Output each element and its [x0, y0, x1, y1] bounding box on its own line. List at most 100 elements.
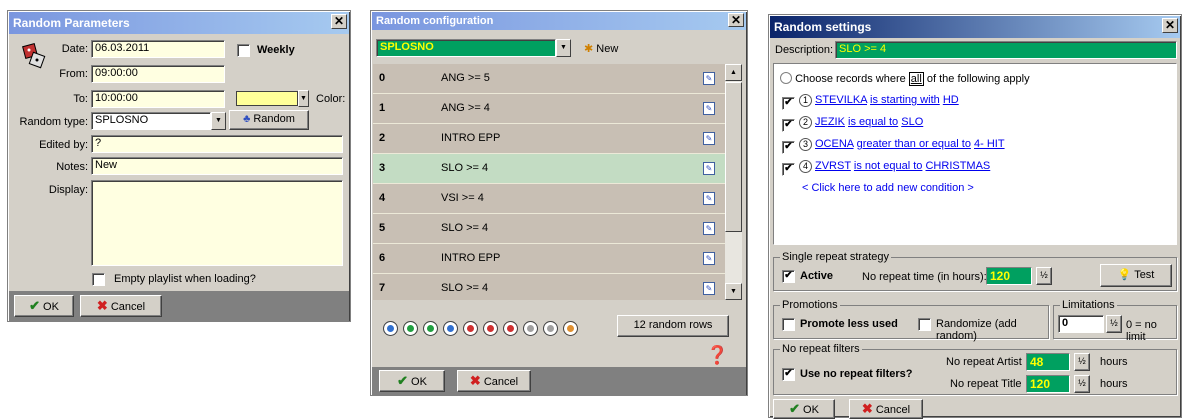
promotions-group: Promotions Promote less used Randomize (… [773, 299, 1049, 342]
list-item[interactable]: 6 INTRO EPP ✎ [373, 244, 725, 274]
condition-value-link[interactable]: HD [943, 94, 959, 106]
match-mode-link[interactable]: all [908, 72, 924, 86]
list-item[interactable]: 5 SLO >= 4 ✎ [373, 214, 725, 244]
condition-field-link[interactable]: JEZIK [815, 116, 845, 128]
close-button[interactable]: ✕ [1162, 18, 1178, 33]
list-item[interactable]: 4 VSI >= 4 ✎ [373, 184, 725, 214]
condition-row-4: ✔ 4 ZVRST is not equal to CHRISTMAS [782, 160, 990, 176]
active-checkbox[interactable]: ✔ [782, 270, 795, 283]
condition-checkbox[interactable]: ✔ [782, 97, 795, 110]
randomize-checkbox[interactable] [918, 318, 931, 331]
slot-button-1[interactable] [383, 321, 398, 336]
edit-icon[interactable]: ✎ [703, 282, 715, 295]
condition-value-link[interactable]: SLO [901, 116, 923, 128]
row-text: ANG >= 5 [441, 72, 490, 84]
condition-operator-link[interactable]: greater than or equal to [857, 138, 971, 150]
from-field[interactable]: 09:00:00 [91, 65, 225, 83]
cancel-button[interactable]: ✖ Cancel [457, 370, 531, 392]
condition-row-1: ✔ 1 STEVILKA is starting with HD [782, 94, 959, 110]
close-button[interactable]: ✕ [331, 14, 347, 29]
no-repeat-title-spinner[interactable]: ½ [1074, 375, 1090, 393]
slot-button-8[interactable] [523, 321, 538, 336]
cancel-button[interactable]: ✖ Cancel [849, 399, 923, 419]
date-field[interactable]: 06.03.2011 [91, 40, 225, 58]
list-item[interactable]: 1 ANG >= 4 ✎ [373, 94, 725, 124]
list-item-selected[interactable]: 3 SLO >= 4 ✎ [373, 154, 725, 184]
edit-icon[interactable]: ✎ [703, 222, 715, 235]
condition-field-link[interactable]: ZVRST [815, 160, 851, 172]
description-label: Description: [775, 44, 834, 56]
config-dropdown-arrow[interactable]: ▼ [556, 39, 571, 57]
slot-button-6[interactable] [483, 321, 498, 336]
edit-icon[interactable]: ✎ [703, 72, 715, 85]
to-field[interactable]: 10:00:00 [91, 90, 225, 108]
list-item[interactable]: 0 ANG >= 5 ✎ [373, 64, 725, 94]
slot-button-10[interactable] [563, 321, 578, 336]
slot-button-9[interactable] [543, 321, 558, 336]
color-swatch[interactable] [236, 91, 298, 106]
cancel-button[interactable]: ✖ Cancel [80, 295, 162, 317]
random-type-select[interactable]: SPLOSNO [91, 112, 211, 130]
weekly-checkbox[interactable] [237, 44, 250, 57]
box-help-icon[interactable]: ❓ [706, 345, 728, 366]
active-label: Active [800, 270, 834, 282]
edit-icon[interactable]: ✎ [703, 192, 715, 205]
random-type-dropdown-arrow[interactable]: ▼ [211, 112, 226, 130]
edit-icon[interactable]: ✎ [703, 102, 715, 115]
random-button[interactable]: ♣ Random [229, 110, 309, 130]
edit-icon[interactable]: ✎ [703, 132, 715, 145]
slot-button-5[interactable] [463, 321, 478, 336]
condition-checkbox[interactable]: ✔ [782, 163, 795, 176]
use-no-repeat-filters-checkbox[interactable]: ✔ [782, 368, 795, 381]
no-repeat-time-field[interactable]: 120 [986, 267, 1032, 285]
window-title: Random Parameters [9, 12, 349, 34]
no-repeat-title-field[interactable]: 120 [1026, 375, 1070, 393]
display-textarea[interactable] [91, 180, 343, 266]
list-item[interactable]: 2 INTRO EPP ✎ [373, 124, 725, 154]
description-field[interactable]: SLO >= 4 [835, 41, 1177, 59]
condition-operator-link[interactable]: is not equal to [854, 160, 923, 172]
use-no-repeat-filters-label: Use no repeat filters? [800, 368, 913, 380]
scroll-thumb[interactable] [725, 82, 742, 232]
radio-icon[interactable] [780, 72, 792, 84]
slot-button-7[interactable] [503, 321, 518, 336]
new-config-button[interactable]: ✱ New [584, 42, 618, 55]
single-repeat-group: Single repeat strategy ✔ Active No repea… [773, 251, 1177, 291]
edited-by-field[interactable]: ? [91, 135, 343, 153]
no-repeat-time-spinner[interactable]: ½ [1036, 267, 1052, 285]
vertical-scrollbar[interactable]: ▲ ▼ [725, 64, 742, 300]
scroll-up-arrow[interactable]: ▲ [725, 64, 742, 81]
condition-checkbox[interactable]: ✔ [782, 119, 795, 132]
slot-button-2[interactable] [403, 321, 418, 336]
list-item[interactable]: 7 SLO >= 4 ✎ [373, 274, 725, 300]
ok-button[interactable]: ✔ OK [14, 295, 74, 317]
condition-operator-link[interactable]: is equal to [848, 116, 898, 128]
add-condition-link[interactable]: < Click here to add new condition > [802, 182, 974, 194]
slot-button-4[interactable] [443, 321, 458, 336]
no-repeat-artist-field[interactable]: 48 [1026, 353, 1070, 371]
condition-operator-link[interactable]: is starting with [870, 94, 940, 106]
edit-icon[interactable]: ✎ [703, 252, 715, 265]
color-dropdown-arrow[interactable]: ▼ [298, 90, 309, 107]
random-rows-button[interactable]: 12 random rows [617, 315, 729, 337]
condition-checkbox[interactable]: ✔ [782, 141, 795, 154]
close-button[interactable]: ✕ [728, 13, 744, 27]
random-dice-icon [20, 41, 48, 71]
ok-button[interactable]: ✔ OK [379, 370, 445, 392]
limitations-field[interactable]: 0 [1058, 315, 1104, 333]
promote-less-used-checkbox[interactable] [782, 318, 795, 331]
empty-playlist-checkbox[interactable] [92, 273, 105, 286]
edit-icon[interactable]: ✎ [703, 162, 715, 175]
limitations-spinner[interactable]: ½ [1106, 315, 1122, 333]
slot-button-3[interactable] [423, 321, 438, 336]
ok-button[interactable]: ✔ OK [773, 399, 835, 419]
condition-field-link[interactable]: STEVILKA [815, 94, 867, 106]
no-repeat-artist-spinner[interactable]: ½ [1074, 353, 1090, 371]
scroll-down-arrow[interactable]: ▼ [725, 283, 742, 300]
test-button[interactable]: 💡 Test [1100, 264, 1172, 287]
condition-value-link[interactable]: CHRISTMAS [925, 160, 990, 172]
notes-field[interactable]: New [91, 157, 343, 175]
condition-value-link[interactable]: 4- HIT [974, 138, 1005, 150]
config-select[interactable]: SPLOSNO [376, 39, 556, 57]
condition-field-link[interactable]: OCENA [815, 138, 854, 150]
